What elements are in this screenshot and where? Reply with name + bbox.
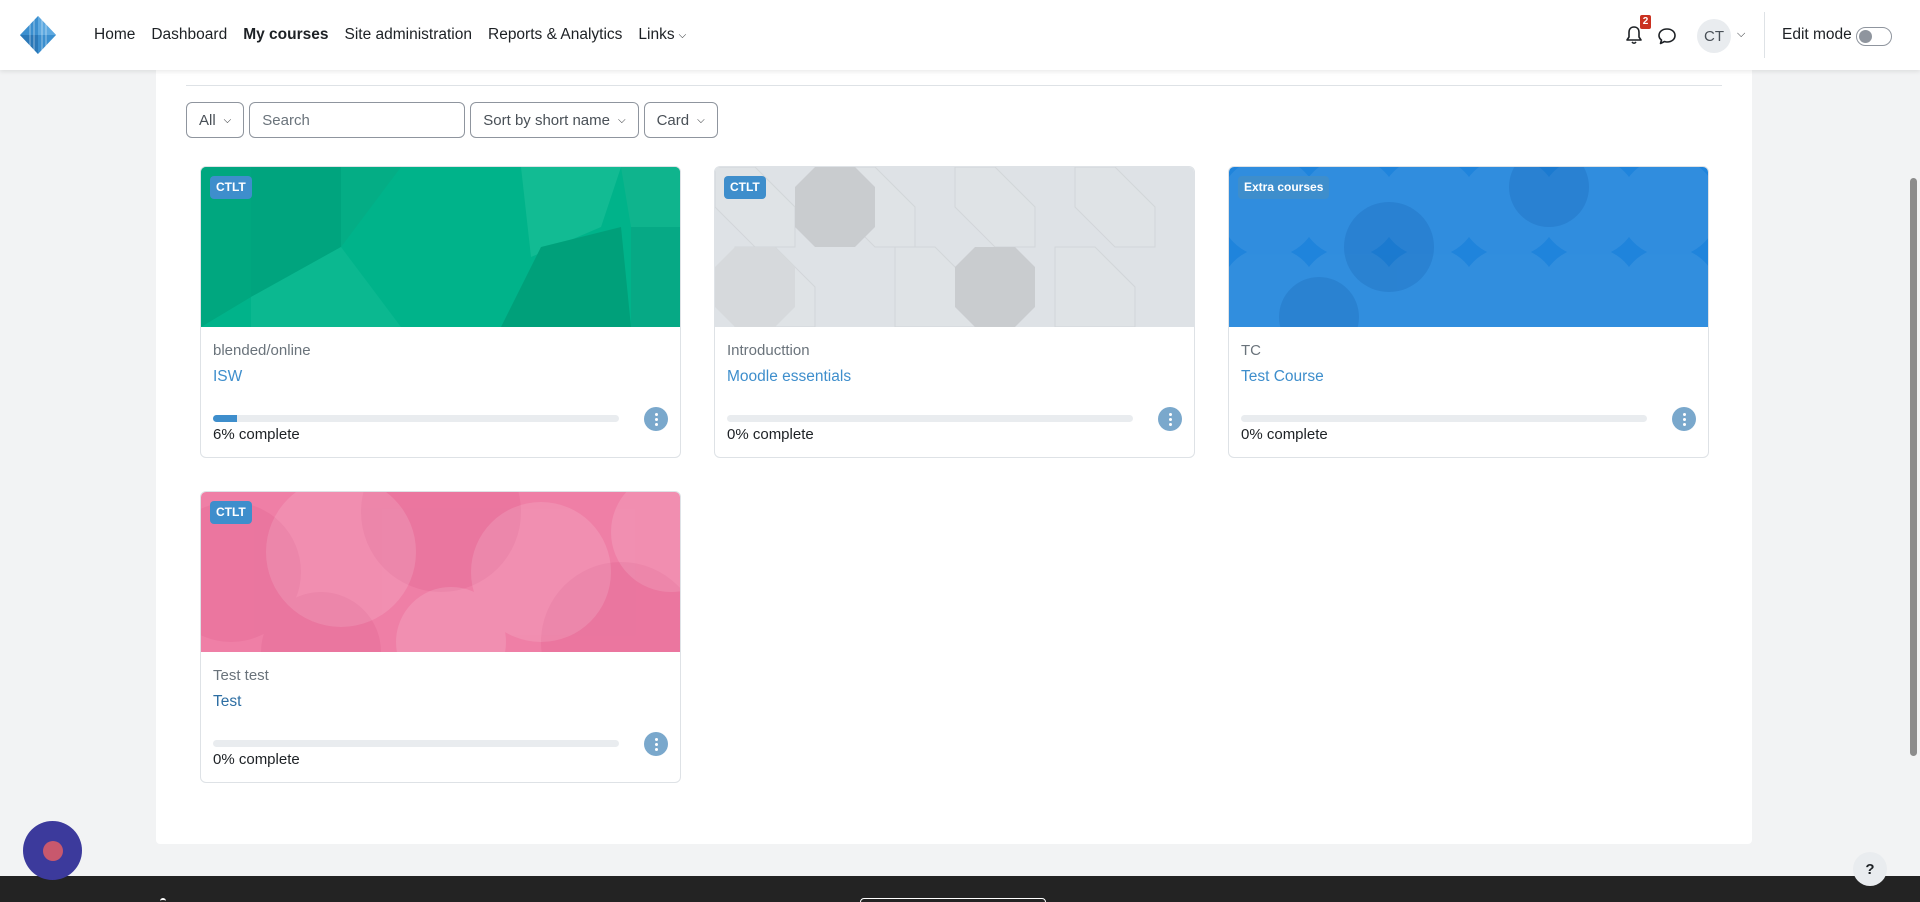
course-progress-label: 6% complete: [213, 426, 300, 443]
page-scrollbar-thumb[interactable]: [1910, 178, 1917, 756]
section-divider: [186, 85, 1722, 86]
my-courses-panel: All ⌵ Sort by short name ⌵ Card ⌵ CTLT blen…: [156, 60, 1752, 844]
course-card[interactable]: Extra courses TC Test Course 0% complete: [1228, 166, 1709, 458]
nav-home-label: Home: [94, 26, 136, 43]
edit-mode-toggle[interactable]: [1856, 27, 1892, 46]
chevron-down-icon: ⌵: [618, 114, 626, 126]
course-progress-label: 0% complete: [1241, 426, 1328, 443]
course-category: blended/online: [213, 342, 311, 359]
help-button[interactable]: ?: [1853, 852, 1887, 886]
course-search-input[interactable]: [249, 102, 466, 138]
course-card[interactable]: CTLT Introducttion Moodle essentials 0% …: [714, 166, 1195, 458]
sort-dropdown[interactable]: Sort by short name ⌵: [470, 102, 639, 138]
floating-assistant-button[interactable]: [23, 821, 82, 880]
nav-dashboard[interactable]: Dashboard: [143, 0, 235, 70]
course-image: [715, 167, 1194, 327]
nav-home[interactable]: Home: [86, 0, 143, 70]
course-image: [201, 492, 680, 652]
view-dropdown[interactable]: Card ⌵: [643, 102, 718, 138]
toggle-knob: [1859, 30, 1872, 43]
course-progress-bar: [213, 415, 619, 422]
view-value: Card: [656, 111, 690, 129]
course-category-badge: CTLT: [210, 176, 252, 199]
course-category: Introducttion: [727, 342, 810, 359]
nav-site-administration-label: Site administration: [344, 26, 472, 43]
course-progress-fill: [213, 415, 238, 422]
course-actions-menu-icon[interactable]: [644, 407, 668, 431]
course-image: [201, 167, 680, 327]
nav-links-dropdown[interactable]: Links ⌵: [630, 0, 694, 70]
sort-value: Sort by short name: [483, 111, 610, 129]
assistant-dot-icon: [42, 840, 63, 861]
course-progress-label: 0% complete: [727, 426, 814, 443]
messages-chat-icon[interactable]: [1656, 25, 1678, 47]
grouping-dropdown[interactable]: All ⌵: [186, 102, 245, 138]
nav-site-administration[interactable]: Site administration: [336, 0, 480, 70]
primary-navigation: Home Dashboard My courses Site administr…: [86, 0, 694, 70]
course-filter-controls: All ⌵ Sort by short name ⌵ Card ⌵: [186, 102, 718, 138]
chevron-down-icon: ⌵: [697, 114, 705, 126]
course-progress-label: 0% complete: [213, 751, 300, 768]
course-category-badge: Extra courses: [1238, 176, 1330, 199]
nav-my-courses-label: My courses: [243, 26, 329, 43]
course-progress-bar: [1241, 415, 1647, 422]
navbar-divider: [1764, 12, 1765, 58]
nav-reports-analytics-label: Reports & Analytics: [488, 26, 623, 43]
course-actions-menu-icon[interactable]: [1672, 407, 1696, 431]
course-progress-bar: [213, 740, 619, 747]
footer-icon: [160, 898, 166, 902]
course-category-badge: CTLT: [210, 501, 252, 524]
site-logo[interactable]: [18, 14, 58, 56]
course-category: TC: [1241, 342, 1261, 359]
edit-mode-label: Edit mode: [1782, 26, 1852, 43]
user-menu-chevron-down-icon[interactable]: ⌵: [1737, 28, 1745, 41]
course-name-link[interactable]: Moodle essentials: [727, 368, 851, 386]
grouping-value: All: [199, 111, 216, 129]
course-actions-menu-icon[interactable]: [1158, 407, 1182, 431]
course-category: Test test: [213, 667, 269, 684]
nav-my-courses[interactable]: My courses: [235, 0, 336, 70]
course-progress-bar: [727, 415, 1133, 422]
course-card[interactable]: CTLT blended/online ISW 6% complete: [200, 166, 681, 458]
nav-dashboard-label: Dashboard: [151, 26, 228, 43]
footer-button[interactable]: [860, 898, 1046, 902]
nav-reports-analytics[interactable]: Reports & Analytics: [480, 0, 630, 70]
top-navbar: Home Dashboard My courses Site administr…: [0, 0, 1920, 70]
course-name-link[interactable]: Test: [213, 693, 241, 711]
course-actions-menu-icon[interactable]: [644, 732, 668, 756]
user-avatar[interactable]: CT: [1697, 19, 1731, 53]
notification-count-badge: 2: [1640, 15, 1651, 29]
course-card[interactable]: CTLT Test test Test 0% complete: [200, 491, 681, 783]
course-name-link[interactable]: Test Course: [1241, 368, 1324, 386]
nav-links-label: Links: [638, 26, 675, 43]
chevron-down-icon: ⌵: [678, 29, 687, 41]
course-category-badge: CTLT: [724, 176, 766, 199]
course-name-link[interactable]: ISW: [213, 368, 242, 386]
chevron-down-icon: ⌵: [223, 114, 232, 126]
